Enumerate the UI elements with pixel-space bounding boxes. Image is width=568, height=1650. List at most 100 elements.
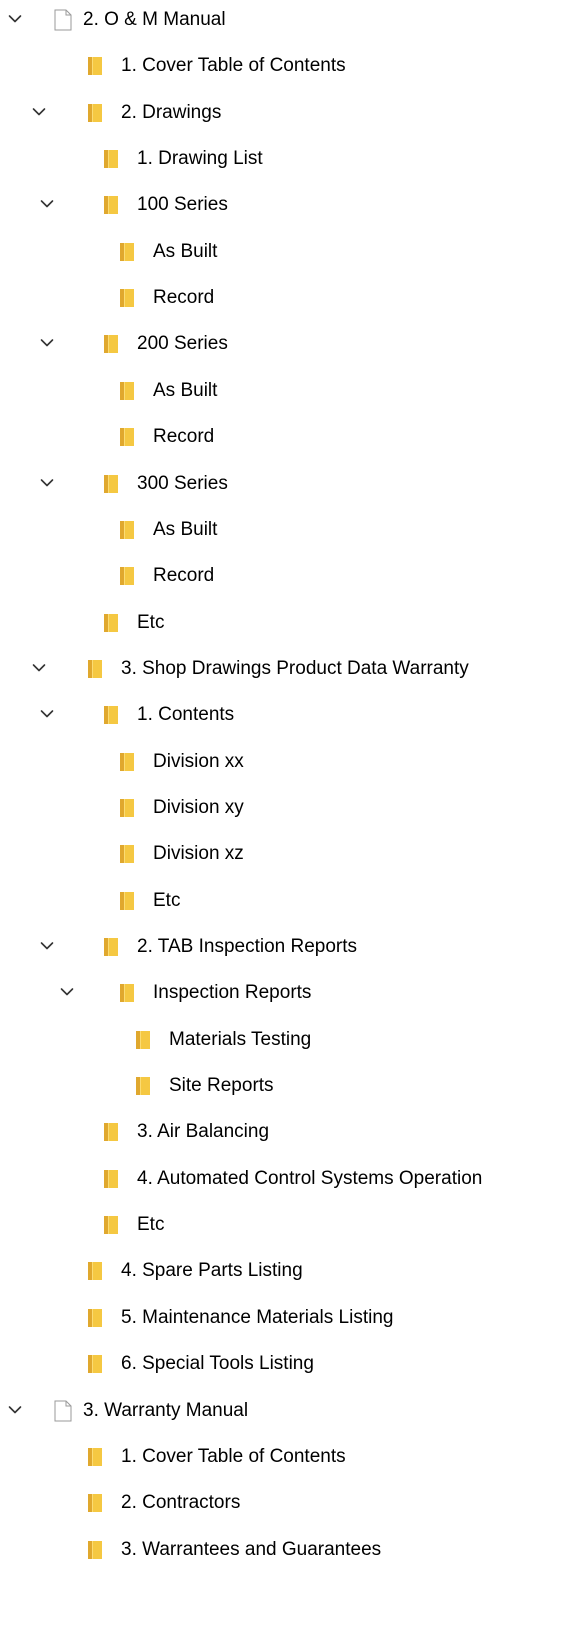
tree-item-folder[interactable]: 5. Maintenance Materials Listing xyxy=(0,1300,568,1336)
chevron-down-icon[interactable] xyxy=(60,985,74,999)
tree-item-folder[interactable]: Site Reports xyxy=(0,1068,568,1104)
tree-item-label: 2. Contractors xyxy=(121,1492,241,1514)
folder-icon xyxy=(104,1169,118,1188)
tree-item-label: As Built xyxy=(153,518,218,540)
folder-icon xyxy=(88,57,102,76)
tree-item-folder[interactable]: Record xyxy=(0,558,568,594)
folder-icon xyxy=(88,1262,102,1281)
tree-item-folder[interactable]: 200 Series xyxy=(0,326,568,362)
tree-item-label: Record xyxy=(153,565,215,587)
tree-item-label: 3. Warranty Manual xyxy=(83,1399,249,1421)
tree-item-label: 6. Special Tools Listing xyxy=(121,1353,314,1375)
tree-item-label: 1. Drawing List xyxy=(137,148,263,170)
tree-item-label: 3. Shop Drawings Product Data Warranty xyxy=(121,657,469,679)
tree-item-label: 300 Series xyxy=(137,472,228,494)
tree-item-file[interactable]: 3. Warranty Manual xyxy=(0,1393,568,1429)
chevron-down-icon[interactable] xyxy=(40,939,54,953)
chevron-down-icon[interactable] xyxy=(40,336,54,350)
tree-item-folder[interactable]: Materials Testing xyxy=(0,1022,568,1058)
folder-icon xyxy=(120,567,134,586)
document-icon xyxy=(54,9,72,31)
tree-item-folder[interactable]: 2. TAB Inspection Reports xyxy=(0,929,568,965)
tree-item-folder[interactable]: Etc xyxy=(0,1207,568,1243)
folder-tree: 2. O & M Manual 1. Cover Table of Content… xyxy=(0,0,568,1650)
folder-icon xyxy=(104,938,118,956)
tree-item-folder[interactable]: Division xy xyxy=(0,790,568,826)
chevron-down-icon[interactable] xyxy=(8,1403,22,1417)
tree-item-label: 4. Spare Parts Listing xyxy=(121,1260,303,1282)
tree-item-label: 3. Air Balancing xyxy=(137,1121,270,1143)
tree-item-folder[interactable]: 1. Contents xyxy=(0,697,568,733)
tree-item-folder[interactable]: 1. Cover Table of Contents xyxy=(0,1439,568,1475)
tree-item-folder[interactable]: 3. Air Balancing xyxy=(0,1114,568,1150)
tree-item-folder[interactable]: Etc xyxy=(0,605,568,641)
tree-item-folder[interactable]: 4. Spare Parts Listing xyxy=(0,1253,568,1289)
tree-item-label: Record xyxy=(153,287,215,309)
chevron-down-icon[interactable] xyxy=(32,661,46,675)
chevron-down-icon[interactable] xyxy=(32,105,46,119)
tree-item-label: 100 Series xyxy=(137,194,228,216)
tree-item-label: 3. Warrantees and Guarantees xyxy=(121,1538,382,1560)
folder-icon xyxy=(136,1030,150,1049)
tree-item-folder[interactable]: Record xyxy=(0,280,568,316)
folder-icon xyxy=(120,428,134,447)
folder-icon xyxy=(104,474,118,493)
tree-item-folder[interactable]: 2. Drawings xyxy=(0,95,568,131)
tree-item-folder[interactable]: 3. Shop Drawings Product Data Warranty xyxy=(0,651,568,687)
folder-icon xyxy=(120,752,134,771)
tree-item-label: Division xx xyxy=(153,750,244,772)
tree-item-label: Etc xyxy=(137,1214,165,1236)
folder-icon xyxy=(136,1077,150,1096)
folder-icon xyxy=(104,613,118,632)
tree-item-folder[interactable]: Inspection Reports xyxy=(0,975,568,1011)
tree-item-folder[interactable]: Etc xyxy=(0,883,568,919)
folder-icon xyxy=(120,845,134,864)
tree-item-folder[interactable]: 1. Cover Table of Contents xyxy=(0,48,568,84)
tree-item-label: 5. Maintenance Materials Listing xyxy=(121,1306,394,1328)
folder-icon xyxy=(120,520,134,539)
folder-icon xyxy=(120,381,134,400)
tree-item-label: As Built xyxy=(153,240,218,262)
tree-item-folder[interactable]: 100 Series xyxy=(0,187,568,223)
folder-icon xyxy=(88,1540,102,1559)
tree-item-label: Materials Testing xyxy=(169,1028,312,1050)
tree-item-folder[interactable]: 3. Warrantees and Guarantees xyxy=(0,1532,568,1568)
chevron-down-icon[interactable] xyxy=(40,476,54,490)
tree-item-label: 4. Automated Control Systems Operation xyxy=(137,1167,483,1189)
tree-item-label: Division xy xyxy=(153,796,244,818)
tree-item-folder[interactable]: Record xyxy=(0,419,568,455)
tree-item-label: Division xz xyxy=(153,843,244,865)
tree-item-folder[interactable]: Division xz xyxy=(0,836,568,872)
folder-icon xyxy=(120,289,134,308)
tree-item-folder[interactable]: As Built xyxy=(0,234,568,270)
tree-item-file[interactable]: 2. O & M Manual xyxy=(0,2,568,38)
folder-icon xyxy=(88,1308,102,1327)
chevron-down-icon[interactable] xyxy=(8,12,22,26)
folder-icon xyxy=(120,984,134,1003)
folder-icon xyxy=(104,1123,118,1142)
tree-item-label: 200 Series xyxy=(137,333,228,355)
folder-icon xyxy=(88,1447,102,1466)
folder-icon xyxy=(104,1216,118,1235)
folder-icon xyxy=(88,1355,102,1374)
chevron-down-icon[interactable] xyxy=(40,707,54,721)
tree-item-folder[interactable]: 1. Drawing List xyxy=(0,141,568,177)
tree-item-folder[interactable]: 2. Contractors xyxy=(0,1485,568,1521)
tree-item-label: 1. Contents xyxy=(137,704,235,726)
folder-icon xyxy=(104,706,118,725)
tree-item-folder[interactable]: Division xx xyxy=(0,744,568,780)
folder-icon xyxy=(104,335,118,354)
folder-icon xyxy=(88,103,102,122)
tree-item-label: 2. O & M Manual xyxy=(83,9,226,30)
tree-item-folder[interactable]: 6. Special Tools Listing xyxy=(0,1346,568,1382)
folder-icon xyxy=(120,242,134,261)
tree-item-label: Etc xyxy=(153,889,181,911)
folder-icon xyxy=(88,659,102,678)
tree-item-folder[interactable]: 300 Series xyxy=(0,466,568,502)
tree-item-folder[interactable]: As Built xyxy=(0,512,568,548)
tree-item-folder[interactable]: As Built xyxy=(0,373,568,409)
tree-item-label: Record xyxy=(153,426,215,448)
folder-icon xyxy=(120,891,134,910)
chevron-down-icon[interactable] xyxy=(40,197,54,211)
tree-item-folder[interactable]: 4. Automated Control Systems Operation xyxy=(0,1161,568,1197)
